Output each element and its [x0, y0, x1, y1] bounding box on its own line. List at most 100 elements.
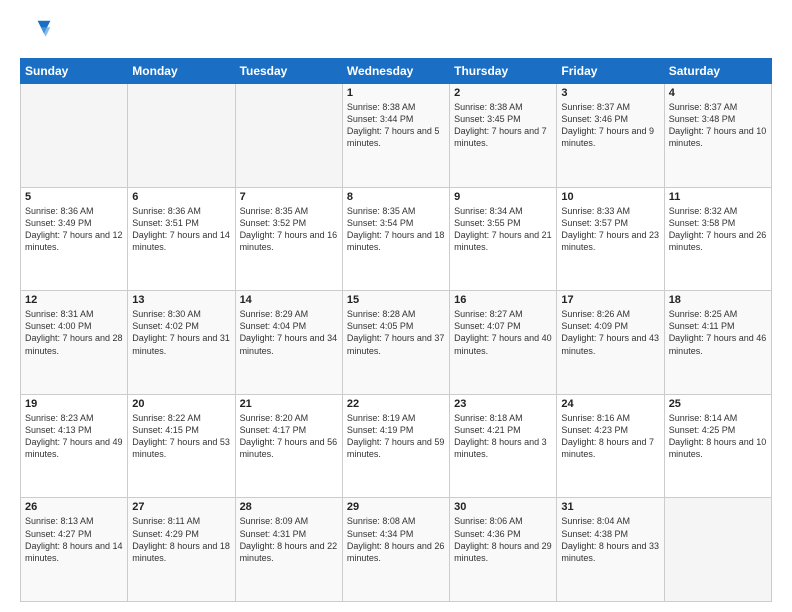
day-info: Sunrise: 8:19 AM Sunset: 4:19 PM Dayligh…	[347, 412, 445, 461]
calendar-cell: 26Sunrise: 8:13 AM Sunset: 4:27 PM Dayli…	[21, 498, 128, 602]
calendar-header-saturday: Saturday	[664, 59, 771, 84]
calendar-cell: 9 Sunrise: 8:34 AM Sunset: 3:55 PM Daylig…	[450, 187, 557, 291]
calendar-table: SundayMondayTuesdayWednesdayThursdayFrid…	[20, 58, 772, 602]
calendar-cell: 31Sunrise: 8:04 AM Sunset: 4:38 PM Dayli…	[557, 498, 664, 602]
day-number: 24	[561, 398, 659, 410]
day-info: Sunrise: 8:32 AM Sunset: 3:58 PM Dayligh…	[669, 205, 767, 254]
day-number: 14	[240, 294, 338, 306]
day-number: 8	[347, 191, 445, 203]
calendar-cell: 18 Sunrise: 8:25 AM Sunset: 4:11 PM Dayli…	[664, 291, 771, 395]
day-number: 30	[454, 501, 552, 513]
calendar-cell: 14 Sunrise: 8:29 AM Sunset: 4:04 PM Dayli…	[235, 291, 342, 395]
day-number: 15	[347, 294, 445, 306]
calendar-week-row: 19 Sunrise: 8:23 AM Sunset: 4:13 PM Dayli…	[21, 394, 772, 498]
calendar-week-row: 26Sunrise: 8:13 AM Sunset: 4:27 PM Dayli…	[21, 498, 772, 602]
calendar-cell: 19 Sunrise: 8:23 AM Sunset: 4:13 PM Dayli…	[21, 394, 128, 498]
day-info: Sunrise: 8:35 AM Sunset: 3:54 PM Dayligh…	[347, 205, 445, 254]
calendar-cell: 13 Sunrise: 8:30 AM Sunset: 4:02 PM Dayli…	[128, 291, 235, 395]
calendar-cell: 10Sunrise: 8:33 AM Sunset: 3:57 PM Dayli…	[557, 187, 664, 291]
day-info: Sunrise: 8:18 AM Sunset: 4:21 PM Dayligh…	[454, 412, 552, 461]
calendar-cell: 28 Sunrise: 8:09 AM Sunset: 4:31 PM Dayli…	[235, 498, 342, 602]
day-number: 6	[132, 191, 230, 203]
day-info: Sunrise: 8:04 AM Sunset: 4:38 PM Dayligh…	[561, 515, 659, 564]
calendar-cell: 5 Sunrise: 8:36 AM Sunset: 3:49 PM Daylig…	[21, 187, 128, 291]
calendar-week-row: 12 Sunrise: 8:31 AM Sunset: 4:00 PM Dayli…	[21, 291, 772, 395]
day-info: Sunrise: 8:29 AM Sunset: 4:04 PM Dayligh…	[240, 308, 338, 357]
day-info: Sunrise: 8:30 AM Sunset: 4:02 PM Dayligh…	[132, 308, 230, 357]
day-number: 20	[132, 398, 230, 410]
day-number: 28	[240, 501, 338, 513]
day-info: Sunrise: 8:34 AM Sunset: 3:55 PM Dayligh…	[454, 205, 552, 254]
calendar-cell: 15Sunrise: 8:28 AM Sunset: 4:05 PM Dayli…	[342, 291, 449, 395]
calendar-cell: 23Sunrise: 8:18 AM Sunset: 4:21 PM Dayli…	[450, 394, 557, 498]
day-number: 13	[132, 294, 230, 306]
day-number: 27	[132, 501, 230, 513]
calendar-cell	[128, 84, 235, 188]
calendar-cell: 4 Sunrise: 8:37 AM Sunset: 3:48 PM Daylig…	[664, 84, 771, 188]
day-number: 2	[454, 87, 552, 99]
day-number: 12	[25, 294, 123, 306]
day-number: 3	[561, 87, 659, 99]
day-info: Sunrise: 8:20 AM Sunset: 4:17 PM Dayligh…	[240, 412, 338, 461]
day-number: 4	[669, 87, 767, 99]
calendar-cell: 8 Sunrise: 8:35 AM Sunset: 3:54 PM Daylig…	[342, 187, 449, 291]
calendar-cell: 3 Sunrise: 8:37 AM Sunset: 3:46 PM Daylig…	[557, 84, 664, 188]
day-info: Sunrise: 8:38 AM Sunset: 3:45 PM Dayligh…	[454, 101, 552, 150]
day-info: Sunrise: 8:06 AM Sunset: 4:36 PM Dayligh…	[454, 515, 552, 564]
calendar-cell: 16Sunrise: 8:27 AM Sunset: 4:07 PM Dayli…	[450, 291, 557, 395]
calendar-header-thursday: Thursday	[450, 59, 557, 84]
calendar-cell: 22 Sunrise: 8:19 AM Sunset: 4:19 PM Dayli…	[342, 394, 449, 498]
calendar-cell: 17 Sunrise: 8:26 AM Sunset: 4:09 PM Dayli…	[557, 291, 664, 395]
calendar-cell: 30 Sunrise: 8:06 AM Sunset: 4:36 PM Dayli…	[450, 498, 557, 602]
calendar-cell	[664, 498, 771, 602]
calendar-cell: 7Sunrise: 8:35 AM Sunset: 3:52 PM Daylig…	[235, 187, 342, 291]
day-info: Sunrise: 8:22 AM Sunset: 4:15 PM Dayligh…	[132, 412, 230, 461]
day-number: 17	[561, 294, 659, 306]
logo	[20, 16, 56, 48]
day-info: Sunrise: 8:25 AM Sunset: 4:11 PM Dayligh…	[669, 308, 767, 357]
day-info: Sunrise: 8:13 AM Sunset: 4:27 PM Dayligh…	[25, 515, 123, 564]
logo-icon	[20, 16, 52, 48]
day-number: 21	[240, 398, 338, 410]
day-info: Sunrise: 8:14 AM Sunset: 4:25 PM Dayligh…	[669, 412, 767, 461]
day-number: 18	[669, 294, 767, 306]
calendar-cell: 25 Sunrise: 8:14 AM Sunset: 4:25 PM Dayli…	[664, 394, 771, 498]
calendar-cell	[235, 84, 342, 188]
day-number: 9	[454, 191, 552, 203]
day-info: Sunrise: 8:09 AM Sunset: 4:31 PM Dayligh…	[240, 515, 338, 564]
calendar-cell: 21 Sunrise: 8:20 AM Sunset: 4:17 PM Dayli…	[235, 394, 342, 498]
calendar-cell: 24 Sunrise: 8:16 AM Sunset: 4:23 PM Dayli…	[557, 394, 664, 498]
calendar-cell: 27Sunrise: 8:11 AM Sunset: 4:29 PM Dayli…	[128, 498, 235, 602]
day-info: Sunrise: 8:16 AM Sunset: 4:23 PM Dayligh…	[561, 412, 659, 461]
day-number: 11	[669, 191, 767, 203]
day-info: Sunrise: 8:36 AM Sunset: 3:49 PM Dayligh…	[25, 205, 123, 254]
day-number: 5	[25, 191, 123, 203]
calendar-cell: 12 Sunrise: 8:31 AM Sunset: 4:00 PM Dayli…	[21, 291, 128, 395]
day-number: 25	[669, 398, 767, 410]
calendar-cell: 29 Sunrise: 8:08 AM Sunset: 4:34 PM Dayli…	[342, 498, 449, 602]
header	[20, 16, 772, 48]
calendar-header-monday: Monday	[128, 59, 235, 84]
day-number: 22	[347, 398, 445, 410]
day-info: Sunrise: 8:31 AM Sunset: 4:00 PM Dayligh…	[25, 308, 123, 357]
calendar-cell: 6 Sunrise: 8:36 AM Sunset: 3:51 PM Daylig…	[128, 187, 235, 291]
calendar-week-row: 1Sunrise: 8:38 AM Sunset: 3:44 PM Daylig…	[21, 84, 772, 188]
day-info: Sunrise: 8:23 AM Sunset: 4:13 PM Dayligh…	[25, 412, 123, 461]
calendar-header-friday: Friday	[557, 59, 664, 84]
day-info: Sunrise: 8:33 AM Sunset: 3:57 PM Dayligh…	[561, 205, 659, 254]
day-number: 29	[347, 501, 445, 513]
calendar-header-tuesday: Tuesday	[235, 59, 342, 84]
day-number: 19	[25, 398, 123, 410]
day-info: Sunrise: 8:08 AM Sunset: 4:34 PM Dayligh…	[347, 515, 445, 564]
day-number: 16	[454, 294, 552, 306]
day-info: Sunrise: 8:36 AM Sunset: 3:51 PM Dayligh…	[132, 205, 230, 254]
day-info: Sunrise: 8:37 AM Sunset: 3:48 PM Dayligh…	[669, 101, 767, 150]
day-number: 1	[347, 87, 445, 99]
day-number: 7	[240, 191, 338, 203]
calendar-cell: 11 Sunrise: 8:32 AM Sunset: 3:58 PM Dayli…	[664, 187, 771, 291]
day-info: Sunrise: 8:37 AM Sunset: 3:46 PM Dayligh…	[561, 101, 659, 150]
page: SundayMondayTuesdayWednesdayThursdayFrid…	[0, 0, 792, 612]
calendar-header-row: SundayMondayTuesdayWednesdayThursdayFrid…	[21, 59, 772, 84]
day-info: Sunrise: 8:26 AM Sunset: 4:09 PM Dayligh…	[561, 308, 659, 357]
calendar-cell: 1Sunrise: 8:38 AM Sunset: 3:44 PM Daylig…	[342, 84, 449, 188]
